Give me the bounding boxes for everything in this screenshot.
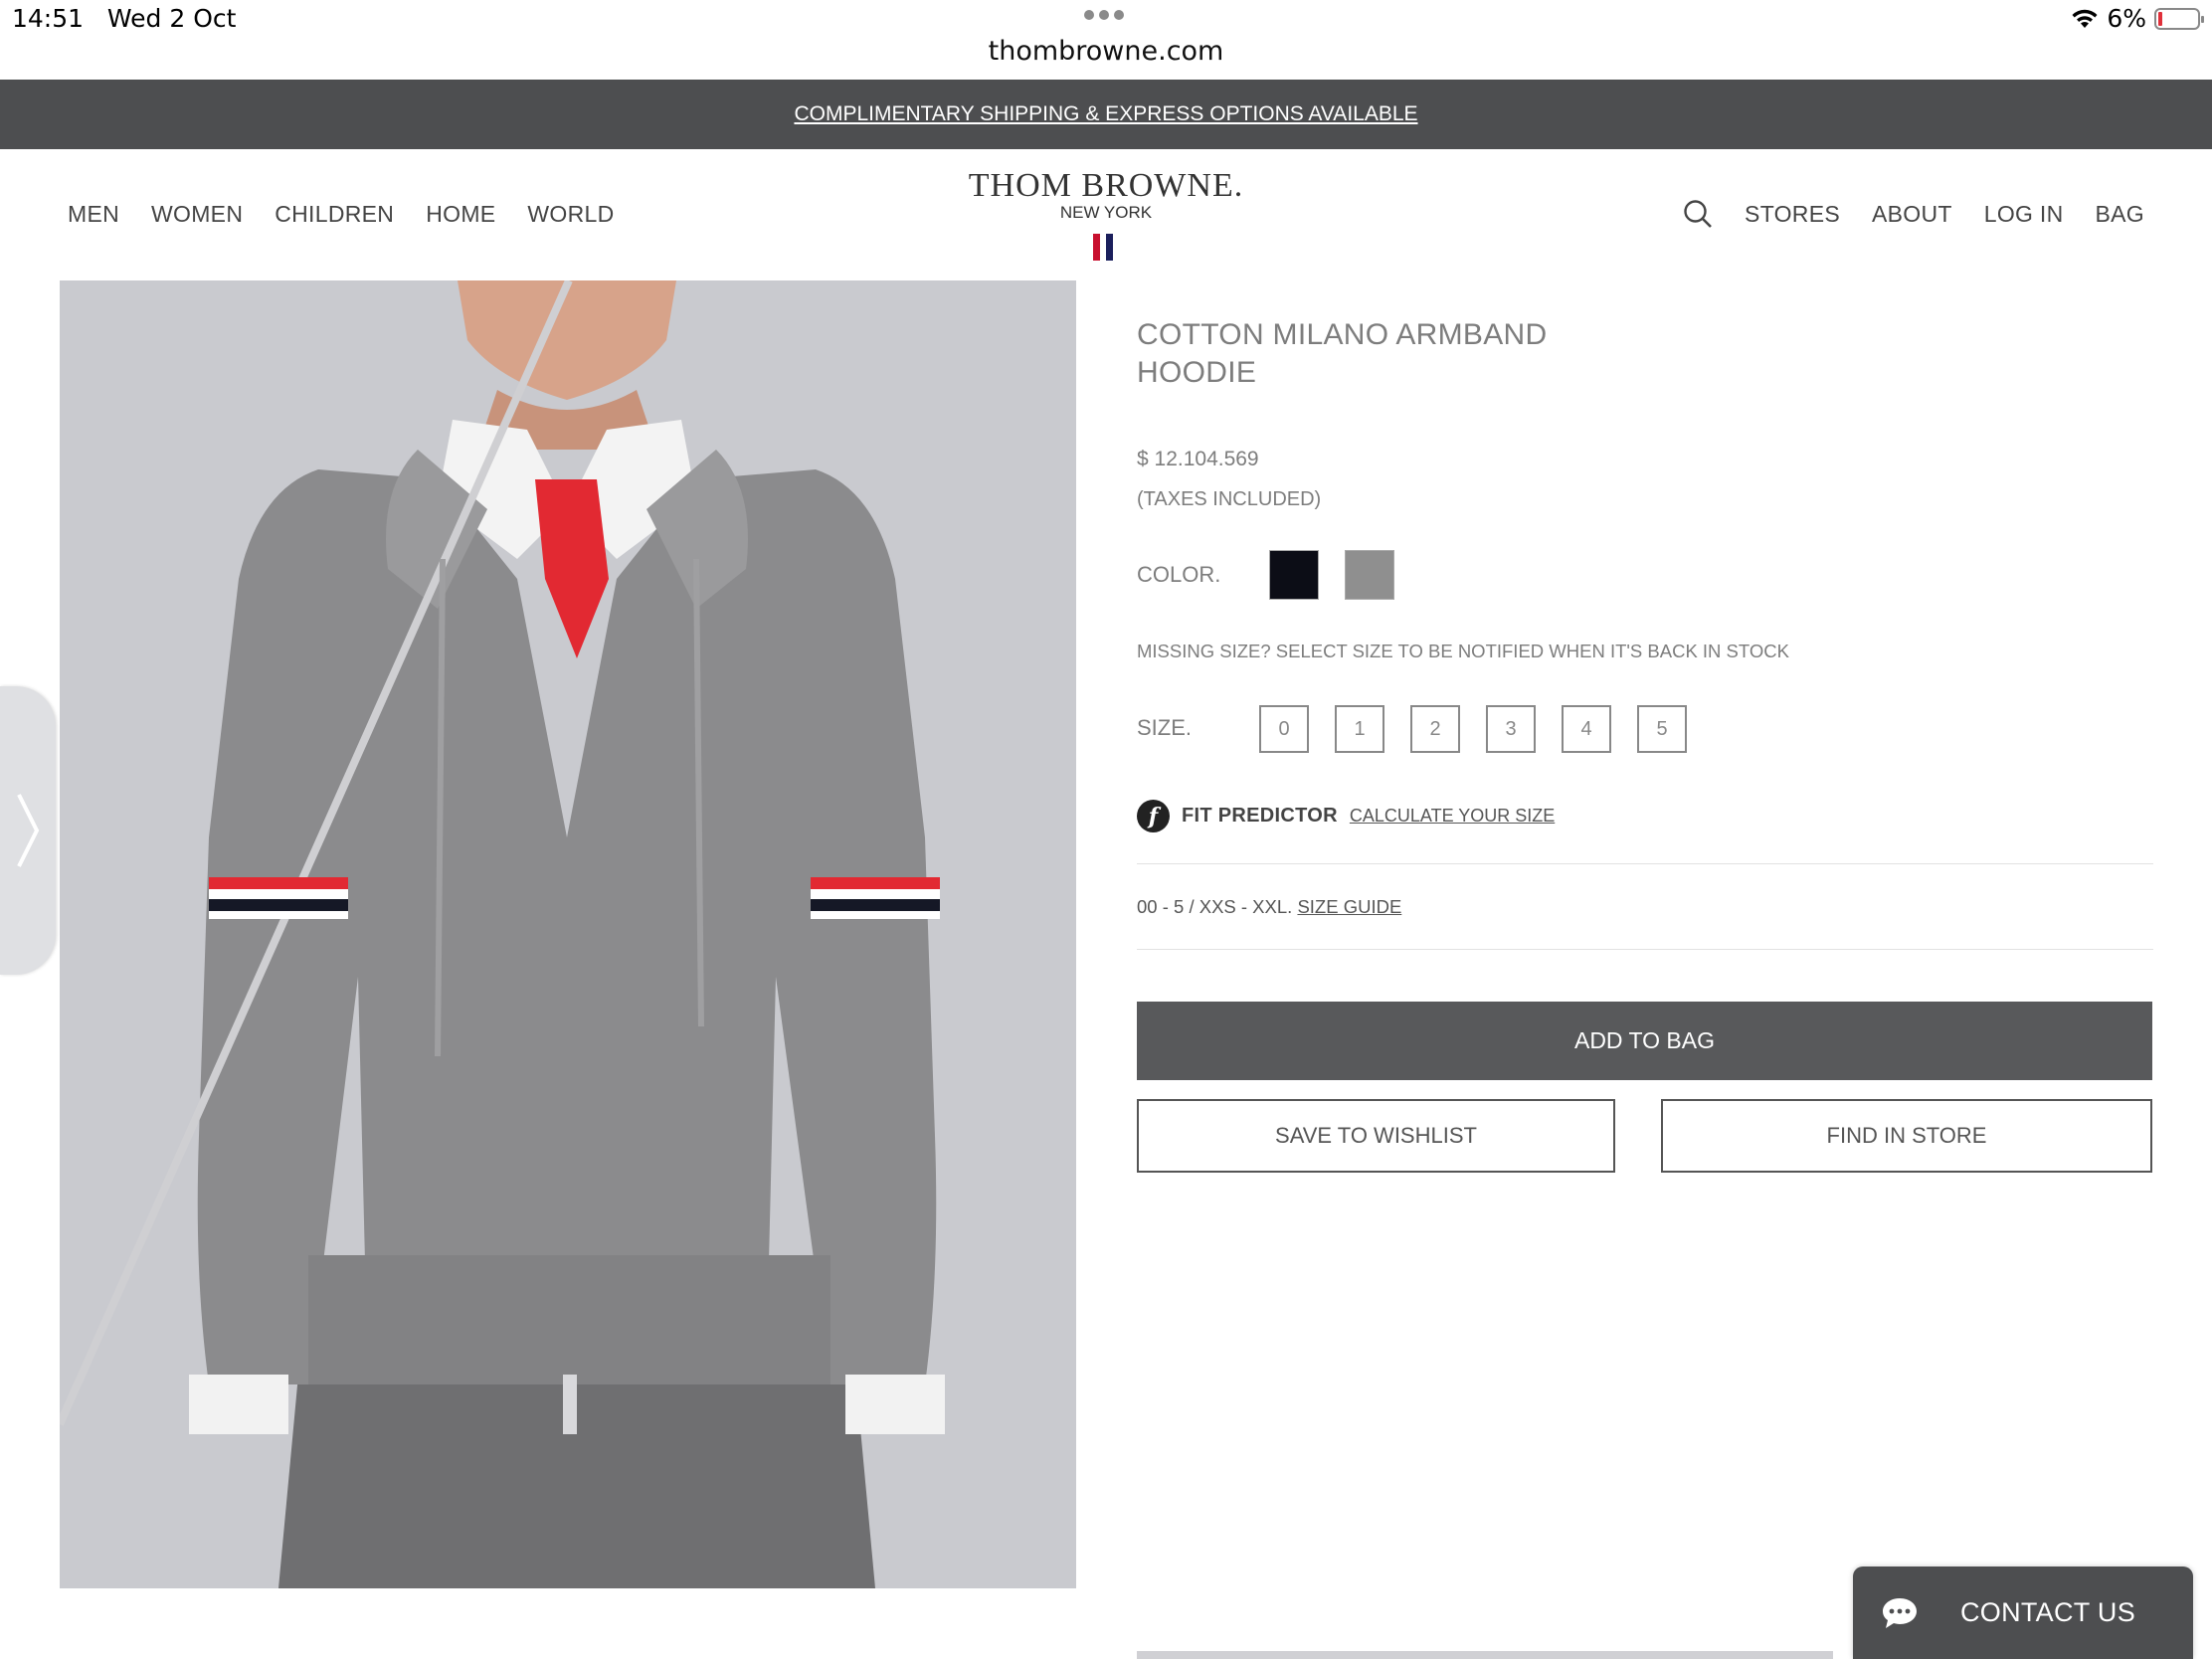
color-label: COLOR. [1137,562,1221,587]
side-panel-toggle[interactable] [0,686,56,975]
next-image-preview [1137,1651,1833,1659]
size-option-5[interactable]: 5 [1637,705,1687,753]
time-text: 14:51 [12,4,85,33]
date-text: Wed 2 Oct [106,4,237,33]
taxes-note: (TAXES INCLUDED) [1137,488,1322,510]
chat-bubble-icon [1883,1597,1917,1628]
save-to-wishlist-button[interactable]: SAVE TO WISHLIST [1137,1099,1615,1173]
add-to-bag-button[interactable]: ADD TO BAG [1137,1002,2152,1080]
fit-predictor-label: FIT PREDICTOR [1182,805,1338,827]
battery-percent: 6% [2107,4,2146,33]
size-label: SIZE. [1137,715,1193,740]
site-header: MEN WOMEN CHILDREN HOME WORLD THOM BROWN… [0,149,2212,278]
product-image[interactable] [60,280,1076,1588]
color-swatch-grey[interactable] [1345,550,1394,600]
address-bar-url[interactable]: thombrowne.com [0,36,2212,67]
product-title: COTTON MILANO ARMBAND HOODIE [1137,316,1634,392]
size-option-2[interactable]: 2 [1410,705,1460,753]
status-time: 14:51 Wed 2 Oct [12,4,236,33]
fit-predictor-row: f FIT PREDICTOR CALCULATE YOUR SIZE [1137,800,1555,832]
product-price: $ 12.104.569 [1137,448,1259,470]
size-option-4[interactable]: 4 [1562,705,1611,753]
nav-item-bag[interactable]: BAG [2096,201,2144,228]
divider [1137,863,2153,864]
utility-nav: STORES ABOUT LOG IN BAG [1683,199,2144,229]
product-title-line1: COTTON MILANO ARMBAND [1137,318,1548,351]
find-in-store-button[interactable]: FIND IN STORE [1661,1099,2152,1173]
chevron-right-icon [17,794,40,867]
nav-item-about[interactable]: ABOUT [1872,201,1952,228]
size-option-0[interactable]: 0 [1259,705,1309,753]
tricolor-stripe-icon [1093,234,1120,261]
size-range-row: 00 - 5 / XXS - XXL. SIZE GUIDE [1137,896,1401,918]
nav-item-stores[interactable]: STORES [1745,201,1840,228]
multitask-dots-icon[interactable] [1084,10,1124,20]
size-option-3[interactable]: 3 [1486,705,1536,753]
divider [1137,949,2153,950]
size-guide-link[interactable]: SIZE GUIDE [1297,896,1401,917]
size-range-text: 00 - 5 / XXS - XXL. [1137,896,1293,917]
battery-icon [2154,7,2204,30]
status-bar: 14:51 Wed 2 Oct thombrowne.com 6% [0,0,2212,80]
promo-banner: COMPLIMENTARY SHIPPING & EXPRESS OPTIONS… [0,80,2212,149]
status-right: 6% [2071,4,2204,33]
calculate-size-link[interactable]: CALCULATE YOUR SIZE [1350,806,1555,827]
wifi-icon [2072,9,2098,28]
promo-link[interactable]: COMPLIMENTARY SHIPPING & EXPRESS OPTIONS… [794,102,1417,126]
contact-us-button[interactable]: CONTACT US [1853,1567,2193,1659]
nav-item-login[interactable]: LOG IN [1984,201,2064,228]
missing-size-note: MISSING SIZE? SELECT SIZE TO BE NOTIFIED… [1137,641,1789,661]
color-swatch-navy[interactable] [1269,550,1319,600]
search-icon[interactable] [1683,199,1713,229]
contact-us-label: CONTACT US [1960,1597,2136,1627]
product-title-line2: HOODIE [1137,356,1257,389]
size-option-1[interactable]: 1 [1335,705,1384,753]
fit-predictor-icon: f [1137,800,1170,832]
hoodie-illustration [60,280,945,1588]
